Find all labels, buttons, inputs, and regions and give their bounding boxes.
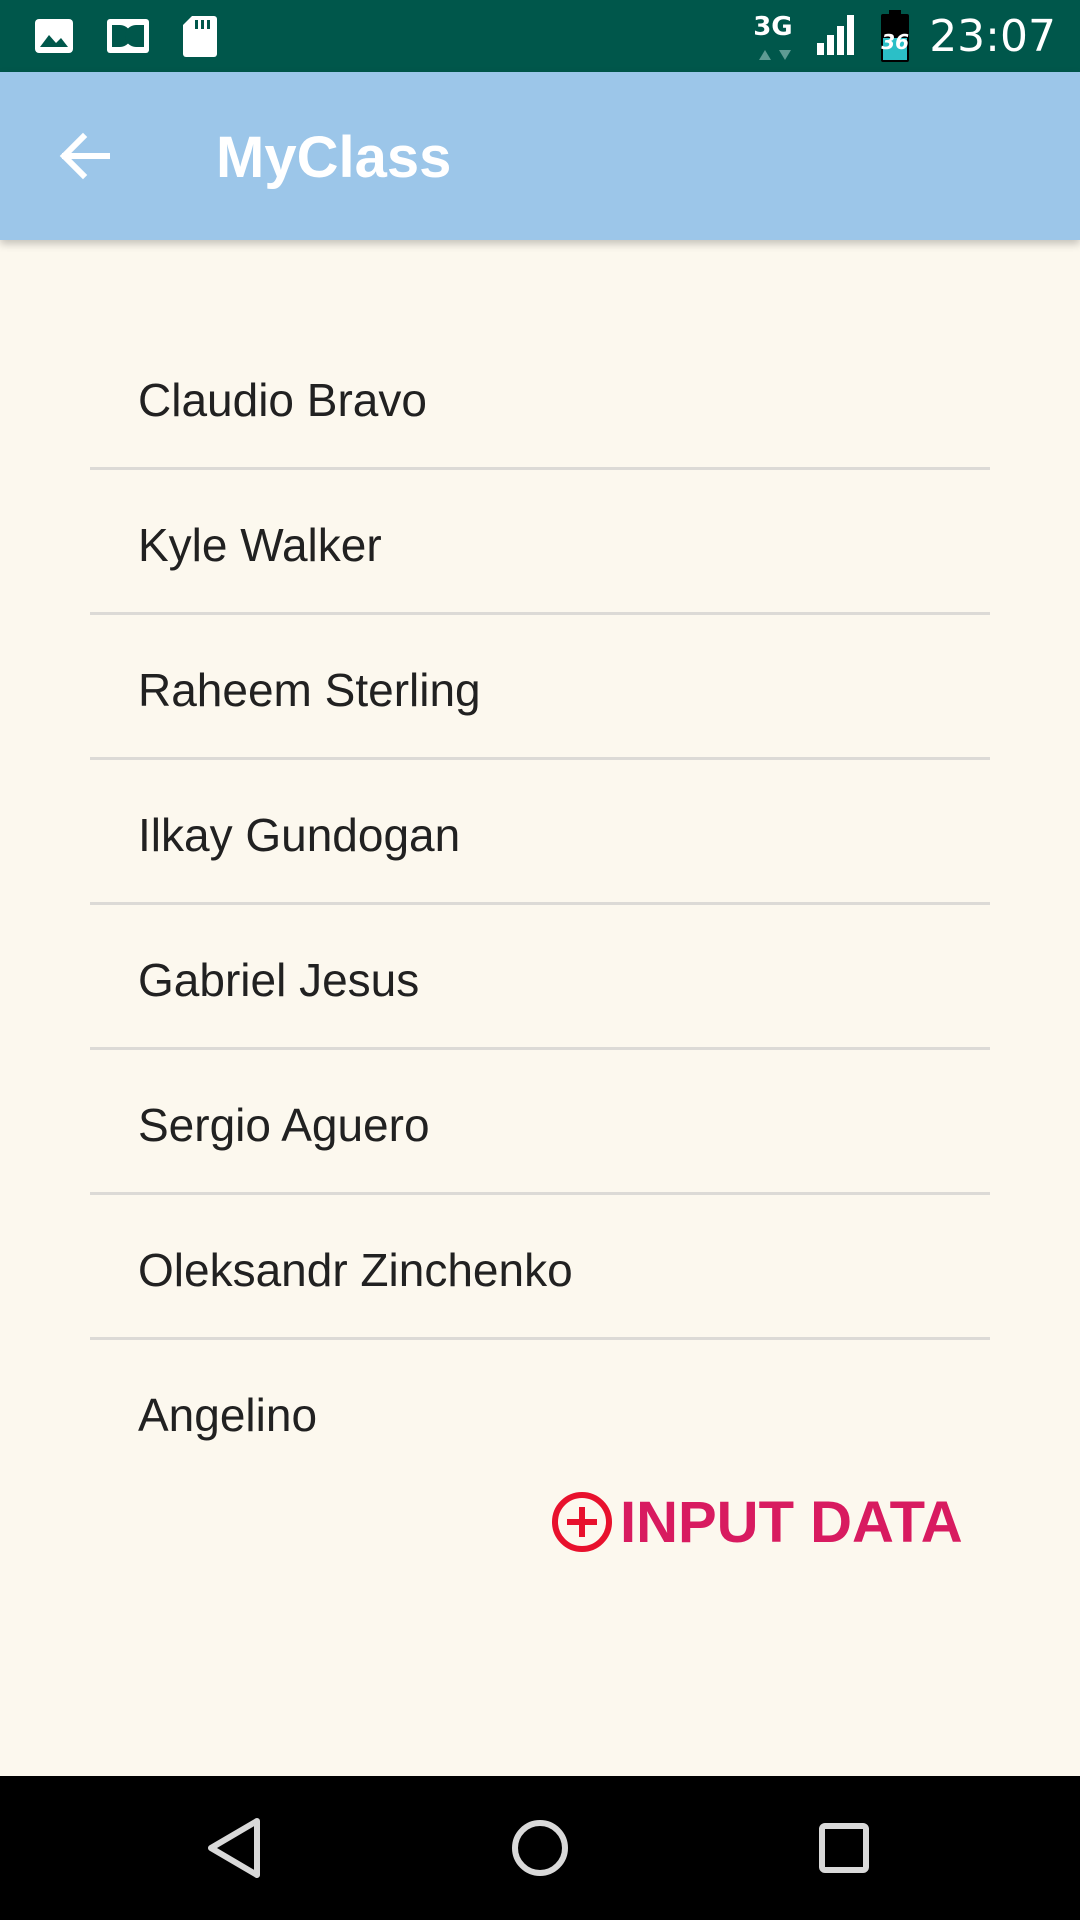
signal-icon bbox=[815, 11, 861, 62]
network-type-label: 3G bbox=[753, 12, 793, 42]
list-item[interactable]: Ilkay Gundogan bbox=[90, 760, 990, 905]
network-type-indicator: 3G bbox=[753, 8, 797, 64]
list-item[interactable]: Kyle Walker bbox=[90, 470, 990, 615]
battery-icon: 36 bbox=[879, 8, 911, 64]
screen: 3G 36 23:07 MyClass Claudio Bravo Kyle W… bbox=[0, 0, 1080, 1920]
dolby-icon bbox=[106, 16, 150, 61]
input-data-button[interactable]: INPUT DATA bbox=[550, 1486, 963, 1558]
list-item[interactable]: Raheem Sterling bbox=[90, 615, 990, 760]
page-title: MyClass bbox=[216, 125, 452, 190]
student-list[interactable]: Claudio Bravo Kyle Walker Raheem Sterlin… bbox=[90, 325, 990, 1445]
navigation-bar bbox=[0, 1776, 1080, 1920]
nav-back-button[interactable] bbox=[194, 1808, 274, 1888]
list-item-name: Angelino bbox=[138, 1389, 318, 1441]
status-bar: 3G 36 23:07 bbox=[0, 0, 1080, 72]
home-circle-icon bbox=[512, 1820, 568, 1876]
recents-square-icon bbox=[819, 1823, 869, 1873]
nav-home-button[interactable] bbox=[500, 1808, 580, 1888]
back-button[interactable] bbox=[44, 116, 124, 196]
app-bar: MyClass bbox=[0, 72, 1080, 240]
sd-card-icon bbox=[182, 14, 218, 63]
status-right-area: 3G 36 23:07 bbox=[753, 0, 1056, 72]
list-item[interactable]: Oleksandr Zinchenko bbox=[90, 1195, 990, 1340]
back-triangle-icon bbox=[208, 1818, 260, 1878]
nav-recents-button[interactable] bbox=[804, 1808, 884, 1888]
add-circle-icon bbox=[552, 1492, 612, 1552]
list-item[interactable]: Angelino bbox=[90, 1340, 990, 1445]
image-icon bbox=[34, 16, 74, 61]
list-item[interactable]: Gabriel Jesus bbox=[90, 905, 990, 1050]
list-item-name: Claudio Bravo bbox=[138, 374, 427, 426]
list-item[interactable]: Sergio Aguero bbox=[90, 1050, 990, 1195]
list-item-name: Oleksandr Zinchenko bbox=[138, 1244, 573, 1296]
list-item-name: Ilkay Gundogan bbox=[138, 809, 461, 861]
list-item-name: Raheem Sterling bbox=[138, 664, 481, 716]
battery-level-label: 36 bbox=[881, 30, 910, 54]
status-time: 23:07 bbox=[929, 10, 1056, 62]
list-item-name: Kyle Walker bbox=[138, 519, 382, 571]
list-item-name: Gabriel Jesus bbox=[138, 954, 420, 1006]
list-item[interactable]: Claudio Bravo bbox=[90, 325, 990, 470]
arrow-back-icon bbox=[59, 132, 110, 180]
list-item-name: Sergio Aguero bbox=[138, 1099, 430, 1151]
data-activity-icon bbox=[759, 50, 792, 60]
status-left-icons bbox=[34, 14, 218, 63]
input-data-label: INPUT DATA bbox=[620, 1489, 963, 1555]
